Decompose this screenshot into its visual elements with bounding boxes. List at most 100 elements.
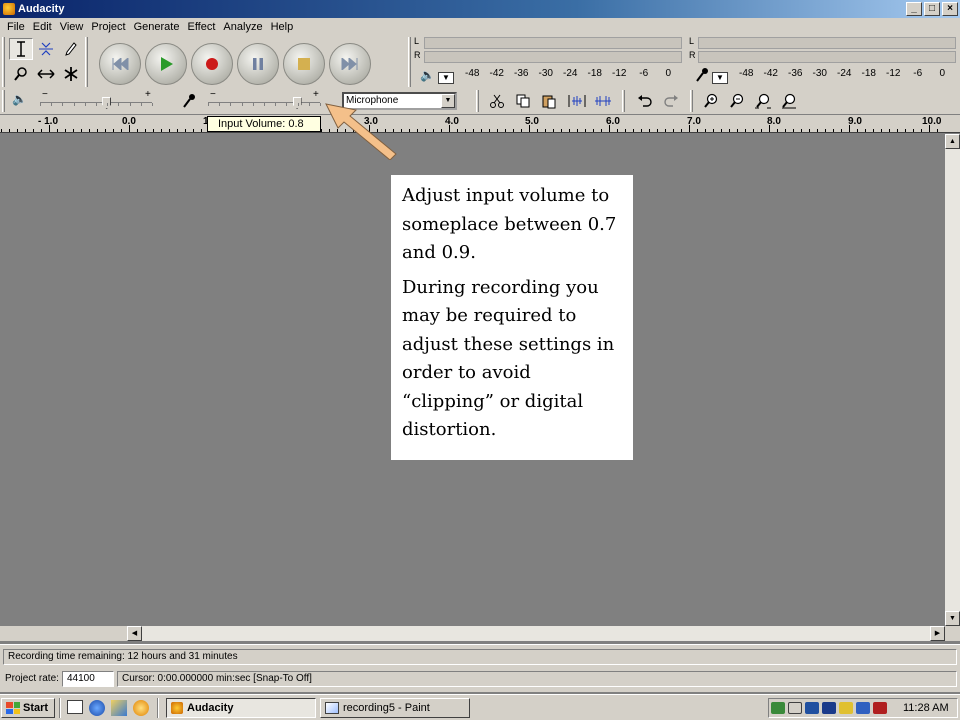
show-desktop-icon[interactable]	[67, 700, 83, 714]
zoom-in-icon[interactable]	[700, 91, 722, 111]
multi-tool-icon[interactable]	[59, 63, 83, 85]
menu-generate[interactable]: Generate	[130, 21, 184, 33]
project-rate-field[interactable]: 44100	[62, 671, 114, 687]
ruler-tick	[665, 129, 666, 132]
minimize-button[interactable]: _	[906, 2, 922, 16]
output-scale-label: 0	[665, 68, 672, 79]
network-tray-icon[interactable]	[771, 702, 785, 714]
zoom-tool-icon[interactable]	[9, 63, 33, 85]
ruler-tick	[73, 129, 74, 132]
timeline-ruler[interactable]: - 1.0 0.0 1 3.0 4.0 5.0 6.0 7.0 8.0 9.0 …	[0, 115, 960, 133]
toolbar-grip[interactable]	[408, 37, 411, 87]
ruler-tick	[569, 129, 570, 132]
fit-project-icon[interactable]	[778, 91, 800, 111]
selection-tool-icon[interactable]	[9, 38, 33, 60]
paste-icon[interactable]	[538, 91, 560, 111]
ruler-tick	[9, 129, 10, 132]
silence-icon[interactable]	[592, 91, 614, 111]
ruler-tick	[153, 129, 154, 132]
menu-help[interactable]: Help	[267, 21, 298, 33]
undo-icon[interactable]	[634, 91, 656, 111]
ruler-tick	[553, 129, 554, 132]
ruler-tick	[41, 129, 42, 132]
internet-explorer-icon[interactable]	[89, 700, 105, 716]
title-bar: Audacity _ □ ×	[0, 0, 960, 18]
ruler-tick	[681, 129, 682, 132]
input-meter-scale: -48 -42 -36 -30 -24 -18 -12 -6 0	[734, 68, 955, 79]
toolbar-grip[interactable]	[476, 90, 479, 112]
play-button[interactable]	[145, 43, 187, 85]
fit-selection-icon[interactable]	[752, 91, 774, 111]
envelope-tool-icon[interactable]	[34, 38, 58, 60]
ruler-tick	[425, 129, 426, 132]
ruler-tick	[497, 129, 498, 132]
ruler-tick	[633, 129, 634, 132]
ruler-tick	[521, 129, 522, 132]
chevron-down-icon[interactable]: ▼	[441, 94, 455, 108]
input-scale-label: 0	[939, 68, 946, 79]
ruler-tick	[417, 129, 418, 132]
window-title: Audacity	[18, 3, 65, 15]
draw-tool-icon[interactable]	[59, 38, 83, 60]
output-meter-menu-button[interactable]: ▼	[438, 72, 454, 84]
taskbar-audacity[interactable]: Audacity	[166, 698, 316, 718]
taskbar-paint-label: recording5 - Paint	[343, 702, 430, 714]
taskbar-paint[interactable]: recording5 - Paint	[320, 698, 470, 718]
ruler-tick	[105, 129, 106, 132]
horizontal-scrollbar[interactable]: ◀ ▶	[127, 626, 945, 641]
ruler-tick	[873, 129, 874, 132]
ruler-tick	[809, 129, 810, 132]
copy-icon[interactable]	[512, 91, 534, 111]
slider-tick	[264, 103, 265, 106]
vertical-scrollbar[interactable]: ▲ ▼	[945, 134, 960, 626]
menu-analyze[interactable]: Analyze	[219, 21, 266, 33]
security-tray-icon[interactable]	[839, 702, 853, 714]
outlook-express-icon[interactable]	[111, 700, 127, 716]
media-player-icon[interactable]	[133, 700, 149, 716]
start-button[interactable]: Start	[1, 698, 55, 718]
ruler-label: 10.0	[922, 116, 942, 127]
input-meter-menu-button[interactable]: ▼	[712, 72, 728, 84]
stop-button[interactable]	[283, 43, 325, 85]
ruler-label: 9.0	[848, 116, 862, 127]
scroll-up-icon[interactable]: ▲	[945, 134, 960, 149]
record-button[interactable]	[191, 43, 233, 85]
scroll-left-icon[interactable]: ◀	[127, 626, 142, 641]
ruler-tick	[865, 129, 866, 132]
display-tray-icon[interactable]	[805, 702, 819, 714]
callout-arrow	[325, 103, 397, 160]
trim-icon[interactable]	[566, 91, 588, 111]
timeshift-tool-icon[interactable]	[34, 63, 58, 85]
alert-tray-icon[interactable]	[873, 702, 887, 714]
menu-project[interactable]: Project	[87, 21, 129, 33]
skip-to-start-button[interactable]	[99, 43, 141, 85]
toolbar-grip[interactable]	[2, 37, 5, 87]
scroll-right-icon[interactable]: ▶	[930, 626, 945, 641]
menu-edit[interactable]: Edit	[29, 21, 56, 33]
toolbar-grip[interactable]	[622, 90, 625, 112]
toolbar-grip[interactable]	[690, 90, 693, 112]
redo-icon[interactable]	[660, 91, 682, 111]
skip-to-end-button[interactable]	[329, 43, 371, 85]
start-label: Start	[23, 702, 49, 714]
monitor-tray-icon[interactable]	[822, 702, 836, 714]
maximize-button[interactable]: □	[924, 2, 940, 16]
shield-tray-icon[interactable]	[856, 702, 870, 714]
menu-effect[interactable]: Effect	[183, 21, 219, 33]
slider-tick	[275, 103, 277, 106]
scroll-down-icon[interactable]: ▼	[945, 611, 960, 626]
track-info-spacer	[0, 626, 127, 641]
ruler-tick	[921, 129, 922, 132]
input-volume-tooltip: Input Volume: 0.8	[207, 116, 321, 132]
close-button[interactable]: ×	[942, 2, 958, 16]
volume-tray-icon[interactable]	[788, 702, 802, 714]
zoom-out-icon[interactable]	[726, 91, 748, 111]
ruler-tick	[409, 129, 410, 132]
slider-tick	[308, 103, 310, 106]
menu-view[interactable]: View	[56, 21, 88, 33]
pause-button[interactable]	[237, 43, 279, 85]
toolbar-grip[interactable]	[2, 90, 5, 112]
cut-icon[interactable]	[486, 91, 508, 111]
ruler-tick	[737, 129, 738, 132]
menu-file[interactable]: File	[3, 21, 29, 33]
